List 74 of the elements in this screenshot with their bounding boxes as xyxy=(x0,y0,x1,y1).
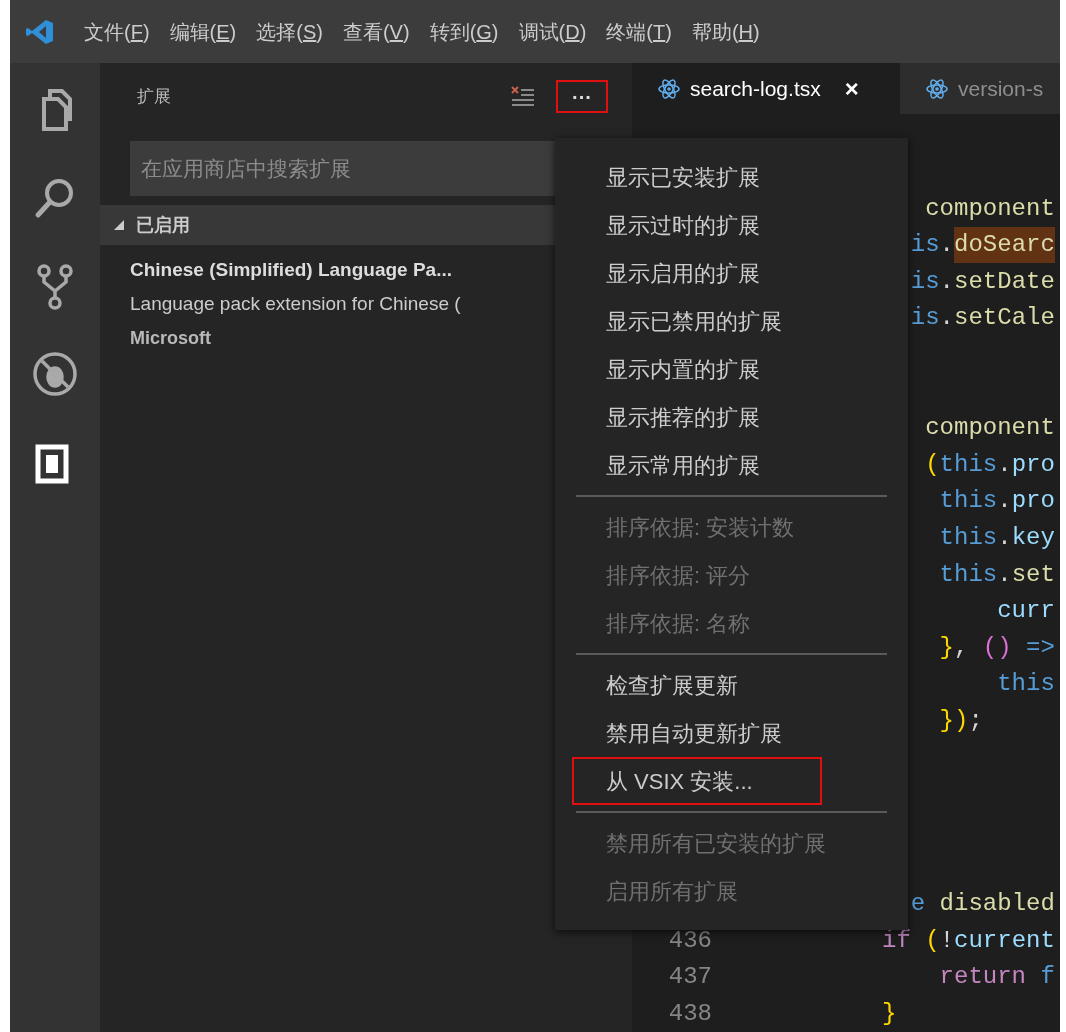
code-token: => xyxy=(1025,633,1055,661)
code-token: setDate xyxy=(954,267,1055,295)
code-token: return xyxy=(938,963,1027,991)
code-token: . xyxy=(997,487,1012,515)
code-token: this xyxy=(996,670,1055,698)
code-token: . xyxy=(997,560,1012,588)
menu-item[interactable]: 选择(S) xyxy=(246,16,333,47)
code-token: ( xyxy=(924,926,940,954)
menu-item[interactable]: 调试(D) xyxy=(508,16,597,47)
code-token: this xyxy=(938,560,998,588)
code-token: f xyxy=(1039,963,1055,991)
code-token: current xyxy=(954,926,1055,954)
line-number: 438 xyxy=(668,999,712,1027)
panel-title: 扩展 xyxy=(137,85,172,108)
react-icon xyxy=(658,77,680,100)
clear-list-icon[interactable] xyxy=(510,84,536,109)
menu-entry[interactable]: 检查扩展更新 xyxy=(555,661,908,709)
menu-entry[interactable]: 禁用自动更新扩展 xyxy=(555,709,908,757)
menu-item[interactable]: 查看(V) xyxy=(332,16,420,47)
menu-item[interactable]: 转到(G) xyxy=(419,16,509,47)
code-token: . xyxy=(997,524,1012,551)
line-number: 436 xyxy=(668,926,712,954)
code-token: is xyxy=(909,231,940,259)
code-token: this xyxy=(938,487,998,515)
code-token: pro xyxy=(1011,487,1055,515)
section-title: 已启用 xyxy=(136,213,190,237)
code-token: is xyxy=(909,304,940,332)
more-actions-button[interactable]: ··· xyxy=(556,80,608,113)
code-token: . xyxy=(997,450,1012,478)
code-token: pro xyxy=(1011,450,1055,478)
code-token: doSearc xyxy=(954,231,1055,259)
menu-entry[interactable]: 显示常用的扩展 xyxy=(555,441,908,489)
editor-tab[interactable]: search-log.tsx × xyxy=(632,63,900,115)
code-token: e xyxy=(909,889,926,917)
code-token: this xyxy=(939,450,998,478)
code-token: this xyxy=(938,524,998,551)
code-token: ! xyxy=(939,926,955,954)
code-token: component xyxy=(924,414,1055,442)
code-token: key xyxy=(1011,524,1055,551)
code-token: . xyxy=(939,231,954,259)
menu-item[interactable]: 文件(F) xyxy=(74,16,160,47)
menu-item[interactable]: 终端(T) xyxy=(596,16,682,47)
code-token: , xyxy=(954,633,970,661)
react-icon xyxy=(926,77,948,100)
menu-entry[interactable]: 显示已禁用的扩展 xyxy=(555,297,908,345)
code-token: } xyxy=(882,999,897,1027)
code-token: setCale xyxy=(954,304,1055,332)
menu-entry[interactable]: 显示内置的扩展 xyxy=(555,345,908,393)
menu-entry[interactable]: 从 VSIX 安装... xyxy=(572,757,822,805)
no-bug-icon[interactable] xyxy=(30,349,80,399)
tab-label: version-s xyxy=(958,75,1044,102)
code-token: component xyxy=(924,194,1055,222)
code-token: . xyxy=(939,304,954,332)
extension-description: Language pack extension for Chinese ( xyxy=(130,292,462,316)
code-token: () xyxy=(982,633,1012,661)
close-tab-icon[interactable]: × xyxy=(844,70,859,107)
menu-item[interactable]: 帮助(H) xyxy=(681,16,770,47)
menu-item[interactable]: 编辑(E) xyxy=(159,16,247,47)
app-logo-icon xyxy=(26,18,54,45)
line-number: 437 xyxy=(668,963,712,991)
extension-publisher: Microsoft xyxy=(130,327,212,350)
code-token: ; xyxy=(968,706,983,734)
code-token: . xyxy=(939,267,954,295)
code-token: }) xyxy=(938,706,969,734)
editor-tab[interactable]: version-s xyxy=(900,63,1060,115)
menu-entry[interactable]: 显示推荐的扩展 xyxy=(555,393,908,441)
code-token: curr xyxy=(996,597,1055,625)
code-token: set xyxy=(1011,560,1055,588)
code-token: } xyxy=(938,633,954,661)
code-token: is xyxy=(909,267,940,295)
tab-label: search-log.tsx xyxy=(690,75,821,102)
code-token: disabled xyxy=(938,889,1055,917)
menu-entry[interactable]: 显示启用的扩展 xyxy=(555,249,908,297)
code-token: ( xyxy=(924,450,940,478)
